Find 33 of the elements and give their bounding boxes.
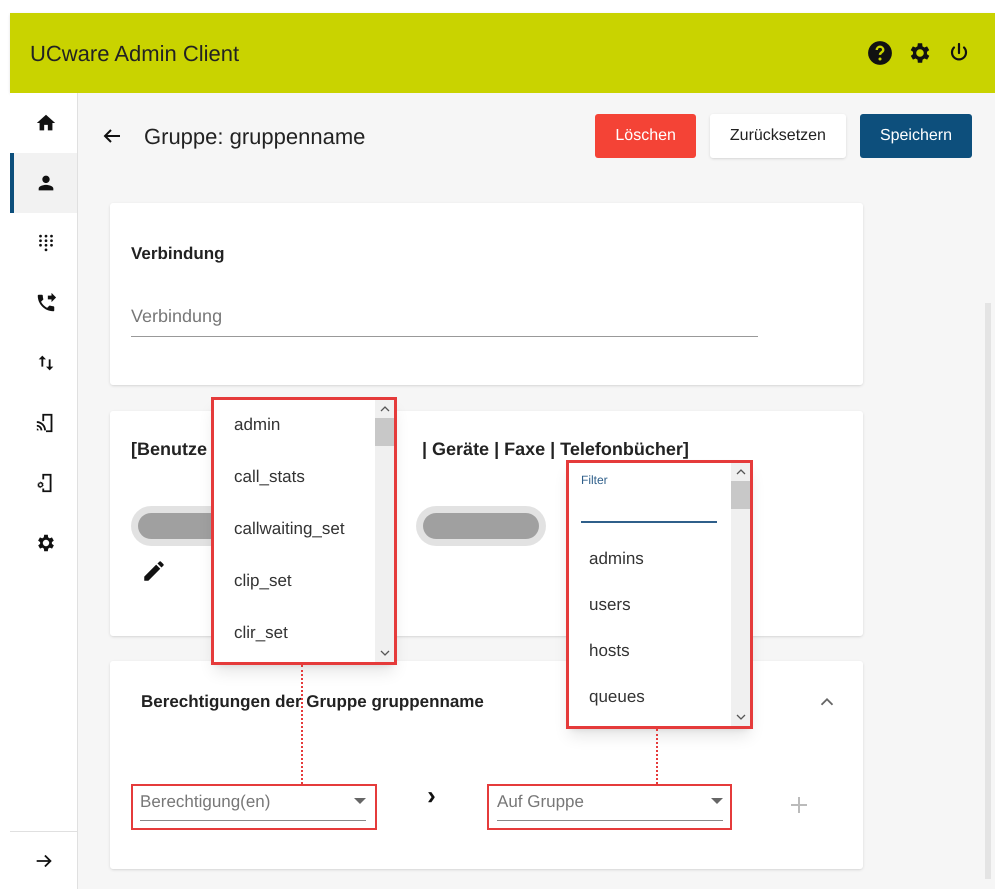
- card-title: [Benutze: [131, 438, 207, 461]
- permission-select[interactable]: Berechtigung(en): [140, 788, 366, 821]
- separator-icon: ›: [366, 776, 497, 816]
- dropdown-caret-icon: [354, 798, 366, 804]
- menu-option[interactable]: clip_set: [234, 570, 375, 592]
- group-select[interactable]: Auf Gruppe: [497, 788, 723, 821]
- help-button[interactable]: [867, 40, 893, 66]
- reset-button[interactable]: Zurücksetzen: [710, 114, 846, 158]
- scroll-down-icon[interactable]: [736, 714, 746, 720]
- card-title: Verbindung: [131, 243, 226, 265]
- menu-option[interactable]: admins: [589, 549, 731, 569]
- menu-option[interactable]: admin: [234, 414, 375, 436]
- delete-button[interactable]: Löschen: [595, 114, 696, 158]
- connection-field[interactable]: Verbindung: [131, 302, 758, 336]
- menu-option[interactable]: clir_set: [234, 622, 375, 644]
- menu-option[interactable]: call_stats: [234, 466, 375, 488]
- scroll-down-icon[interactable]: [380, 650, 390, 656]
- scrollbar-thumb[interactable]: [375, 418, 394, 446]
- app-title: UCware Admin Client: [30, 40, 240, 68]
- dropdown-caret-icon: [711, 798, 723, 804]
- menu-option[interactable]: callwaiting_set: [234, 518, 375, 540]
- menu-option[interactable]: queues: [589, 687, 731, 707]
- card-title: Berechtigungen der Gruppe gruppenname: [141, 691, 484, 713]
- card-title: | Geräte | Faxe | Telefonbücher]: [422, 438, 689, 461]
- page-title: Gruppe: gruppenname: [144, 122, 366, 151]
- scroll-up-icon[interactable]: [380, 406, 390, 412]
- sidebar-item[interactable]: [10, 153, 77, 213]
- scrollbar-thumb[interactable]: [731, 481, 750, 509]
- save-button[interactable]: Speichern: [860, 114, 972, 158]
- menu-option[interactable]: users: [589, 595, 731, 615]
- scroll-up-icon[interactable]: [736, 469, 746, 475]
- menu-option[interactable]: hosts: [589, 641, 731, 661]
- filter-label: Filter: [581, 472, 609, 489]
